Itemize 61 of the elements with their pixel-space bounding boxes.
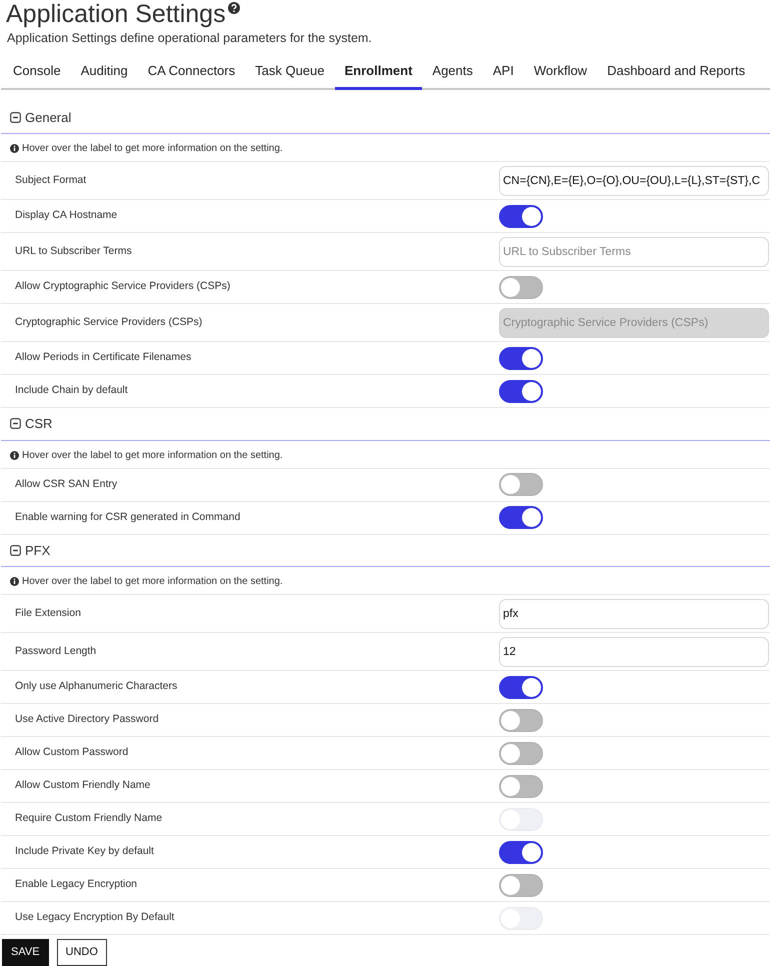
- setting-label: Include Private Key by default: [15, 844, 155, 860]
- toggle-switch[interactable]: [499, 774, 543, 798]
- setting-label: Include Chain by default: [15, 383, 129, 398]
- tab[interactable]: CA Connectors: [138, 56, 246, 90]
- tab[interactable]: Agents: [422, 56, 483, 90]
- tab[interactable]: Dashboard and Reports: [597, 56, 756, 90]
- toggle-switch[interactable]: [499, 380, 543, 402]
- section-title: General: [25, 108, 72, 126]
- setting-label: Enable Legacy Encryption: [15, 877, 138, 892]
- toggle-switch[interactable]: [499, 506, 543, 529]
- info-icon: [10, 450, 19, 460]
- setting-label: URL to Subscriber Terms: [15, 244, 133, 259]
- setting-label: Allow Custom Friendly Name: [15, 778, 152, 794]
- setting-label: Use Active Directory Password: [15, 712, 160, 728]
- toggle-switch[interactable]: [499, 708, 543, 732]
- tab[interactable]: API: [482, 56, 524, 90]
- info-icon: [10, 577, 19, 586]
- setting-label: Allow Custom Password: [15, 745, 130, 760]
- setting-label: Use Legacy Encryption By Default: [15, 910, 176, 926]
- page-title: Application Settings: [6, 0, 226, 28]
- toggle-switch[interactable]: [499, 204, 543, 228]
- setting-label: Allow CSR SAN Entry: [15, 476, 118, 492]
- setting-label: Subject Format: [15, 172, 88, 188]
- setting-label: Password Length: [15, 644, 98, 659]
- setting-label: Enable warning for CSR generated in Command: [15, 510, 242, 525]
- toggle-switch[interactable]: [499, 346, 543, 370]
- hint-text: Hover over the label to get more information on the setting.: [22, 448, 283, 462]
- info-icon: [10, 144, 19, 153]
- toggle-switch[interactable]: [499, 473, 543, 496]
- text-field[interactable]: URL to Subscriber Terms: [499, 236, 769, 266]
- toggle-switch[interactable]: [499, 742, 543, 764]
- toggle-switch[interactable]: [499, 676, 543, 698]
- toggle-switch[interactable]: [499, 840, 543, 864]
- setting-label: Allow Periods in Certificate Filenames: [15, 350, 192, 366]
- tab[interactable]: Task Queue: [245, 56, 334, 90]
- text-field[interactable]: CN={CN},E={E},O={O},OU={OU},L={L},ST={ST},C: [499, 166, 769, 196]
- text-field[interactable]: pfx: [499, 598, 769, 628]
- collapse-icon[interactable]: [10, 544, 21, 556]
- section-title: PFX: [25, 542, 50, 560]
- hint-text: Hover over the label to get more information on the setting.: [22, 575, 283, 589]
- help-icon: [228, 2, 240, 14]
- setting-label: Require Custom Friendly Name: [15, 811, 164, 826]
- save-button[interactable]: SAVE: [2, 939, 49, 966]
- section-title: CSR: [25, 415, 52, 433]
- setting-label: Cryptographic Service Providers (CSPs): [15, 314, 204, 330]
- setting-label: Display CA Hostname: [15, 208, 118, 224]
- tab[interactable]: Console: [3, 56, 71, 90]
- undo-button[interactable]: UNDO: [56, 939, 107, 966]
- hint-text: Hover over the label to get more information on the setting.: [22, 142, 283, 156]
- tab[interactable]: Enrollment: [334, 56, 422, 90]
- toggle-switch[interactable]: [499, 874, 543, 896]
- collapse-icon[interactable]: [10, 418, 21, 430]
- setting-label: Only use Alphanumeric Characters: [15, 679, 178, 694]
- page-description: Application Settings define operational parameters for the system.: [7, 31, 373, 46]
- setting-label: Allow Cryptographic Service Providers (CSPs): [15, 279, 232, 294]
- collapse-icon[interactable]: [10, 112, 21, 123]
- toggle-switch[interactable]: [499, 276, 543, 298]
- setting-label: File Extension: [15, 606, 82, 621]
- tab[interactable]: Auditing: [70, 56, 138, 90]
- tab[interactable]: Workflow: [524, 56, 598, 90]
- text-field[interactable]: 12: [499, 636, 769, 666]
